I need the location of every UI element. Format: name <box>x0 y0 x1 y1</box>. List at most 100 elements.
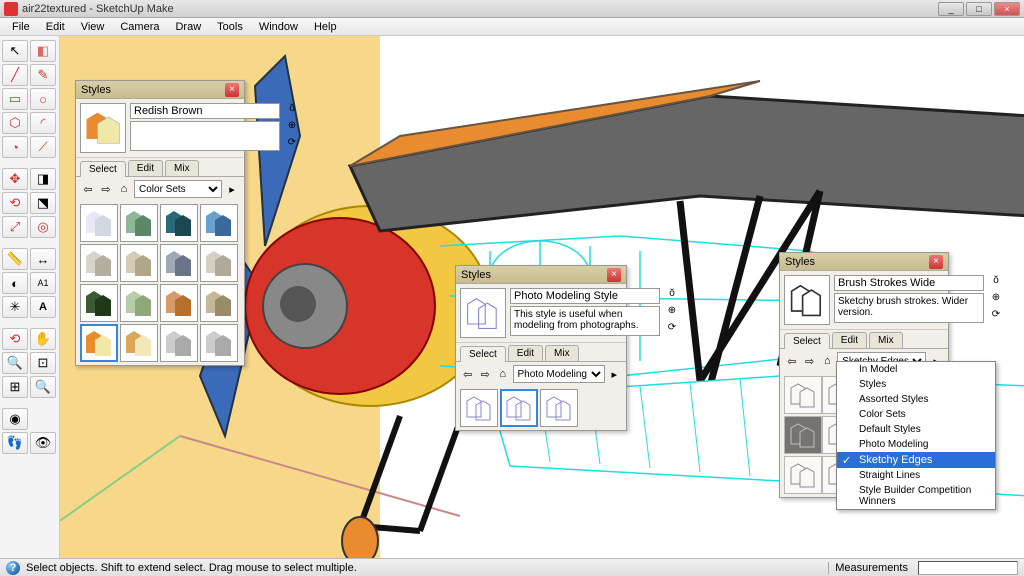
dropdown-item[interactable]: In Model <box>837 362 995 377</box>
create-style-icon[interactable]: ⊕ <box>284 120 300 134</box>
styles-panel-colorsets[interactable]: Styles × ŏ ⊕ ⟳ Select Edit Mix ⇦ ⇨ ⌂ Col… <box>75 80 245 366</box>
style-name-input[interactable] <box>510 288 660 304</box>
tab-select[interactable]: Select <box>80 161 126 177</box>
create-style-icon[interactable]: ⊕ <box>664 305 680 319</box>
nav-forward-icon[interactable]: ⇨ <box>98 181 114 197</box>
style-swatch[interactable] <box>460 389 498 427</box>
minimize-button[interactable]: _ <box>938 2 964 16</box>
walk-tool[interactable]: 👣 <box>2 432 28 454</box>
menu-edit[interactable]: Edit <box>38 21 73 33</box>
nav-forward-icon[interactable]: ⇨ <box>478 366 494 382</box>
menu-camera[interactable]: Camera <box>112 21 167 33</box>
tab-select[interactable]: Select <box>460 346 506 362</box>
zoom-tool[interactable]: 🔍 <box>2 352 28 374</box>
update-style-icon[interactable]: ⟳ <box>988 309 1004 323</box>
panel-close-icon[interactable]: × <box>607 268 621 282</box>
circle-tool[interactable]: ○ <box>30 88 56 110</box>
axes-tool[interactable]: ✳ <box>2 296 28 318</box>
style-swatch[interactable] <box>200 204 238 242</box>
update-style-icon[interactable]: ⟳ <box>284 137 300 151</box>
zoomextents-tool[interactable]: ⊞ <box>2 376 28 398</box>
protractor-tool[interactable]: ◐ <box>2 272 28 294</box>
style-swatch[interactable] <box>120 204 158 242</box>
dropdown-item[interactable]: Photo Modeling <box>837 437 995 452</box>
menu-window[interactable]: Window <box>251 21 306 33</box>
style-swatch[interactable] <box>120 244 158 282</box>
details-icon[interactable]: ▸ <box>224 181 240 197</box>
dropdown-item[interactable]: Default Styles <box>837 422 995 437</box>
menu-view[interactable]: View <box>73 21 113 33</box>
nav-home-icon[interactable]: ⌂ <box>820 353 836 369</box>
display-style-icon[interactable]: ŏ <box>284 103 300 117</box>
maximize-button[interactable]: □ <box>966 2 992 16</box>
lookaround-tool[interactable]: 👁 <box>30 432 56 454</box>
position-camera-tool[interactable]: ◉ <box>2 408 28 430</box>
style-swatch[interactable] <box>500 389 538 427</box>
offset-tool[interactable]: ◎ <box>30 216 56 238</box>
menu-file[interactable]: File <box>4 21 38 33</box>
style-swatch[interactable] <box>784 416 822 454</box>
arc2-tool[interactable]: ⟋ <box>30 136 56 158</box>
style-swatch[interactable] <box>80 284 118 322</box>
menu-help[interactable]: Help <box>306 21 345 33</box>
nav-home-icon[interactable]: ⌂ <box>495 366 511 382</box>
pushpull-tool[interactable]: ◨ <box>30 168 56 190</box>
style-swatch[interactable] <box>200 284 238 322</box>
tab-edit[interactable]: Edit <box>832 332 867 348</box>
style-swatch[interactable] <box>784 456 822 494</box>
dropdown-item[interactable]: Assorted Styles <box>837 392 995 407</box>
eraser-tool[interactable]: ◧ <box>30 40 56 62</box>
3dtext-tool[interactable]: A <box>30 296 56 318</box>
style-swatch[interactable] <box>160 244 198 282</box>
style-swatch[interactable] <box>784 376 822 414</box>
tab-mix[interactable]: Mix <box>165 160 199 176</box>
style-swatch[interactable] <box>160 284 198 322</box>
update-style-icon[interactable]: ⟳ <box>664 322 680 336</box>
style-swatch[interactable] <box>80 204 118 242</box>
nav-back-icon[interactable]: ⇦ <box>784 353 800 369</box>
panel-title[interactable]: Styles × <box>76 81 244 99</box>
style-swatch[interactable] <box>80 324 118 362</box>
zoomwindow-tool[interactable]: ⊡ <box>30 352 56 374</box>
line-tool[interactable]: ╱ <box>2 64 28 86</box>
menu-tools[interactable]: Tools <box>209 21 251 33</box>
style-swatch[interactable] <box>120 324 158 362</box>
style-name-input[interactable] <box>130 103 280 119</box>
tab-select[interactable]: Select <box>784 333 830 349</box>
nav-home-icon[interactable]: ⌂ <box>116 181 132 197</box>
tab-mix[interactable]: Mix <box>545 345 579 361</box>
dropdown-item[interactable]: Straight Lines <box>837 468 995 483</box>
panel-close-icon[interactable]: × <box>225 83 239 97</box>
help-icon[interactable]: ? <box>6 561 20 575</box>
create-style-icon[interactable]: ⊕ <box>988 292 1004 306</box>
style-swatch[interactable] <box>80 244 118 282</box>
dropdown-item[interactable]: Styles <box>837 377 995 392</box>
display-style-icon[interactable]: ŏ <box>664 288 680 302</box>
pencil-tool[interactable]: ✎ <box>30 64 56 86</box>
panel-close-icon[interactable]: × <box>929 255 943 269</box>
style-swatch[interactable] <box>120 284 158 322</box>
orbit-tool[interactable]: ⟲ <box>2 328 28 350</box>
arc-tool[interactable]: ◜ <box>30 112 56 134</box>
collection-dropdown[interactable]: Color Sets <box>134 180 222 198</box>
style-name-input[interactable] <box>834 275 984 291</box>
dropdown-item[interactable]: ✓Sketchy Edges <box>837 452 995 468</box>
style-swatch[interactable] <box>160 204 198 242</box>
dropdown-item[interactable]: Style Builder Competition Winners <box>837 483 995 509</box>
display-style-icon[interactable]: ŏ <box>988 275 1004 289</box>
styles-panel-photomodeling[interactable]: Styles × This style is useful when model… <box>455 265 627 431</box>
style-description[interactable] <box>130 121 280 151</box>
tab-edit[interactable]: Edit <box>508 345 543 361</box>
followme-tool[interactable]: ⬔ <box>30 192 56 214</box>
tab-mix[interactable]: Mix <box>869 332 903 348</box>
style-swatch[interactable] <box>200 324 238 362</box>
rotate-tool[interactable]: ⟲ <box>2 192 28 214</box>
pan-tool[interactable]: ✋ <box>30 328 56 350</box>
panel-title[interactable]: Styles × <box>456 266 626 284</box>
style-description[interactable]: Sketchy brush strokes. Wider version. <box>834 293 984 323</box>
style-swatch[interactable] <box>540 389 578 427</box>
zoomprevious-tool[interactable]: 🔍 <box>30 376 56 398</box>
polygon-tool[interactable]: ⬡ <box>2 112 28 134</box>
tape-tool[interactable]: 📏 <box>2 248 28 270</box>
style-swatch[interactable] <box>160 324 198 362</box>
